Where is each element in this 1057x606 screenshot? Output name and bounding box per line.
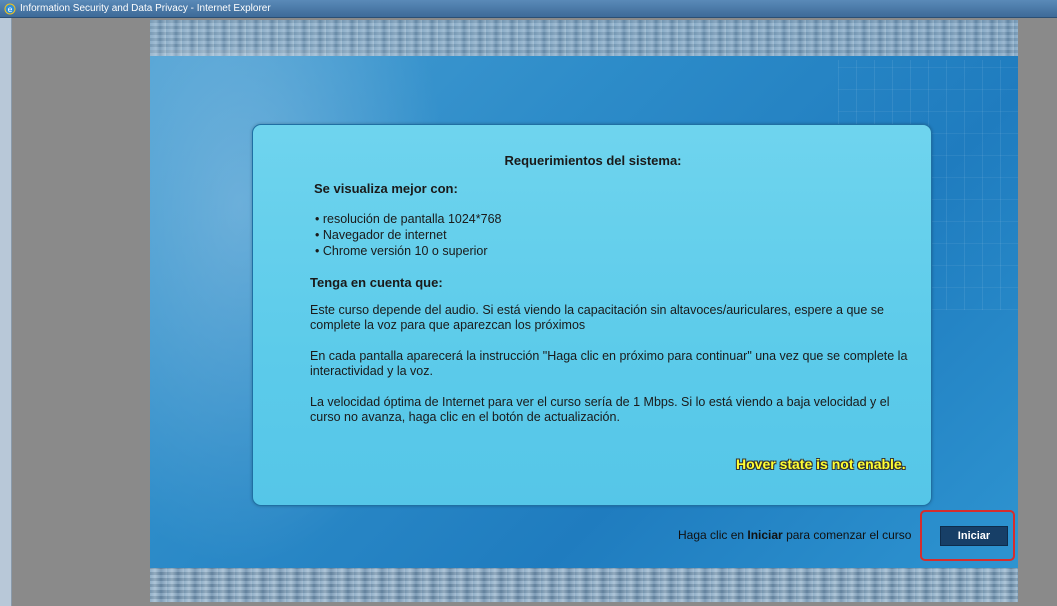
section-heading-display: Se visualiza mejor con: [314,181,458,196]
annotation-label: Hover state is not enable. [736,456,906,472]
window-frame-left [0,18,12,606]
list-item: Navegador de internet [315,227,501,243]
list-item: Chrome versión 10 o superior [315,243,501,259]
section-heading-notes: Tenga en cuenta que: [310,275,443,290]
requirements-panel: Requerimientos del sistema: Se visualiza… [252,124,932,506]
note-instruction: En cada pantalla aparecerá la instrucció… [310,349,908,378]
start-instruction-prefix: Haga clic en [678,528,748,542]
window-title-bar[interactable]: e Information Security and Data Privacy … [0,0,1057,18]
start-instruction: Haga clic en Iniciar para comenzar el cu… [678,528,911,542]
svg-text:e: e [8,5,13,14]
window-title: Information Security and Data Privacy - … [20,3,271,14]
footer-banner [150,568,1018,602]
panel-title: Requerimientos del sistema: [504,153,682,168]
internet-explorer-icon: e [4,3,16,15]
requirements-list: resolución de pantalla 1024*768 Navegado… [315,211,502,259]
highlight-box [920,510,1015,561]
list-item: resolución de pantalla 1024*768 [315,211,502,227]
start-instruction-suffix: para comenzar el curso [782,528,912,542]
start-instruction-bold: Iniciar [747,528,783,542]
note-audio: Este curso depende del audio. Si está vi… [310,303,884,332]
course-content: Requerimientos del sistema: Se visualiza… [150,20,1018,602]
note-speed: La velocidad óptima de Internet para ver… [310,395,890,424]
